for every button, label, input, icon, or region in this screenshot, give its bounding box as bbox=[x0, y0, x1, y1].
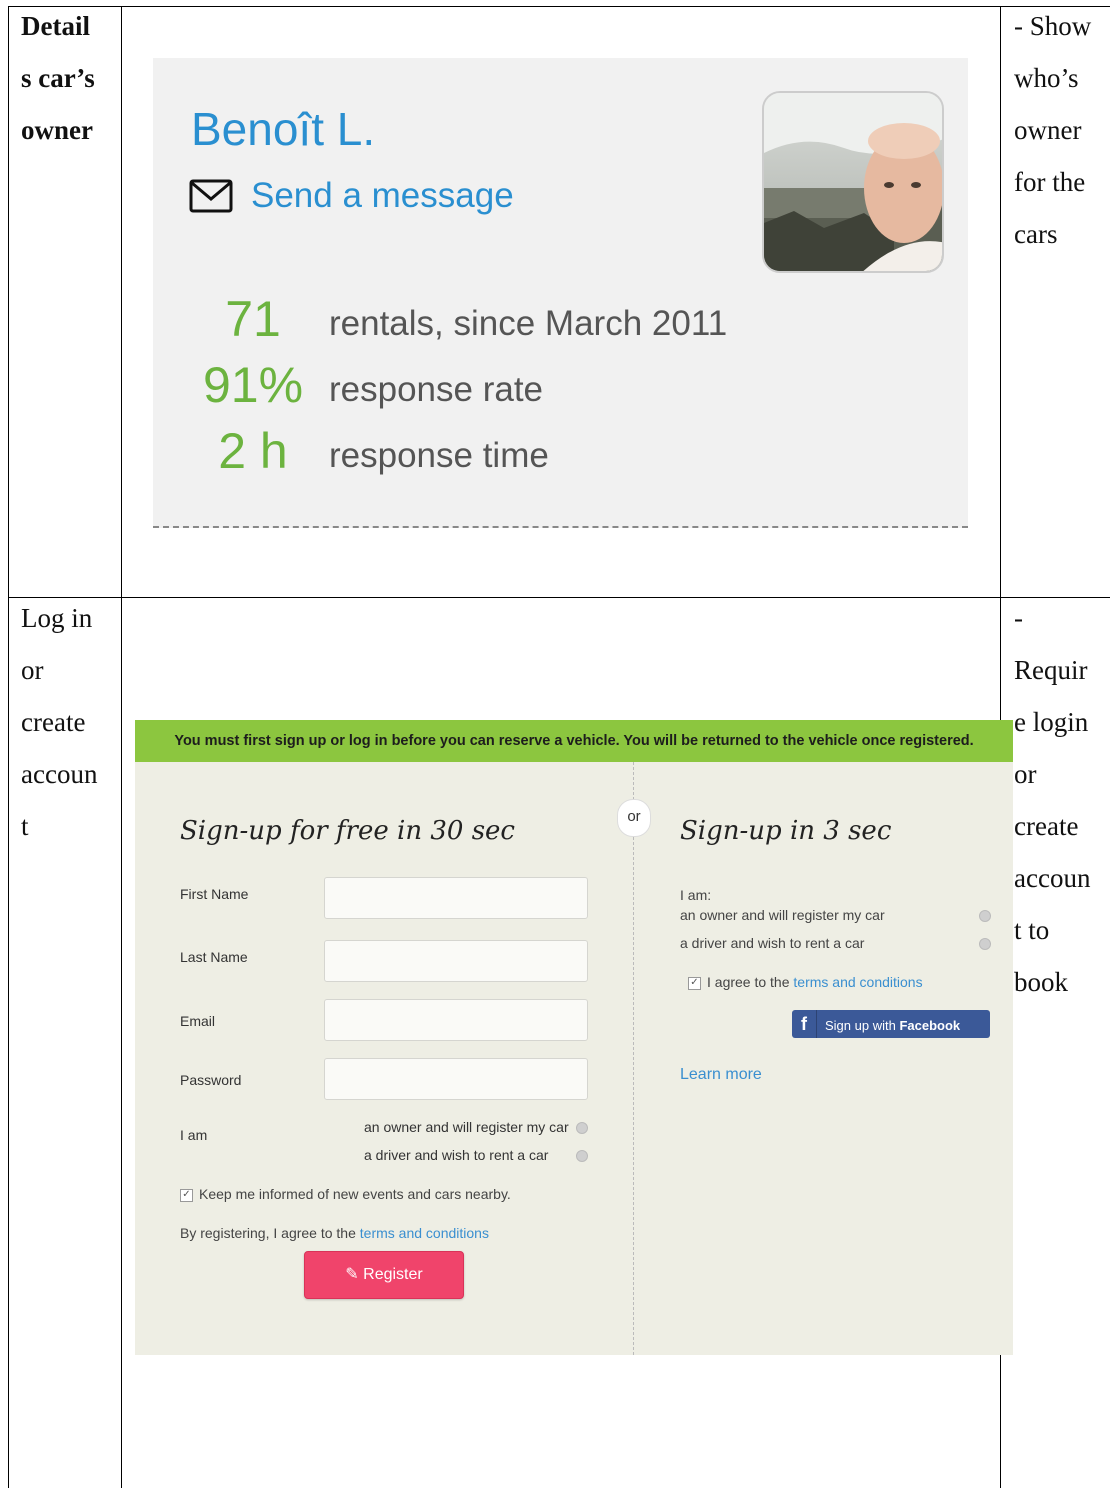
facebook-signup-prefix: Sign up with bbox=[825, 1018, 900, 1033]
last-name-input[interactable] bbox=[324, 940, 588, 982]
row2-label-line: t bbox=[21, 811, 29, 841]
row2-label-line: accoun bbox=[21, 759, 98, 789]
row2-label: Log in or create accoun t bbox=[21, 592, 97, 852]
row1-note-line: - Show bbox=[1014, 11, 1092, 41]
row2-note-line: create bbox=[1014, 811, 1079, 841]
quick-terms-checkbox[interactable]: ✓ bbox=[688, 976, 701, 990]
send-message-label: Send a message bbox=[251, 176, 514, 215]
row2-note-line: t to bbox=[1014, 915, 1050, 945]
card-dashed-divider bbox=[153, 526, 968, 528]
learn-more-link[interactable]: Learn more bbox=[680, 1066, 762, 1084]
register-terms-link[interactable]: terms and conditions bbox=[360, 1225, 489, 1241]
i-am-label: I am bbox=[180, 1127, 208, 1143]
row2-note: - Requir e login or create accoun t to b… bbox=[1014, 592, 1090, 1008]
table-border-col1 bbox=[121, 6, 122, 1488]
stat-response-rate-value: 91% bbox=[202, 357, 304, 413]
quick-i-am-label: I am: bbox=[680, 887, 712, 903]
facebook-icon: f bbox=[792, 1010, 817, 1038]
keep-informed-row[interactable]: ✓ Keep me informed of new events and cars… bbox=[180, 1186, 511, 1202]
or-badge: or bbox=[617, 799, 651, 837]
facebook-brand-label: Facebook bbox=[899, 1018, 961, 1033]
row2-label-line: create bbox=[21, 707, 86, 737]
register-terms-row: By registering, I agree to the terms and… bbox=[180, 1225, 489, 1241]
send-message-link[interactable]: Send a message bbox=[189, 176, 514, 216]
row2-note-line: book bbox=[1014, 967, 1068, 997]
table-border-left bbox=[8, 6, 9, 1488]
owner-card: Benoît L. Send a message 71 rentals, sin… bbox=[153, 58, 968, 528]
signup-form-title: Sign-up for free in 30 sec bbox=[180, 816, 515, 846]
row1-label: Detail s car’s owner bbox=[21, 0, 95, 156]
keep-informed-checkbox[interactable]: ✓ bbox=[180, 1188, 193, 1202]
password-label: Password bbox=[180, 1072, 242, 1088]
driver-option-radio[interactable] bbox=[576, 1150, 588, 1162]
quick-owner-option-label[interactable]: an owner and will register my car bbox=[680, 907, 885, 923]
row1-label-line: s car’s bbox=[21, 63, 95, 93]
stat-response-time-label: response time bbox=[329, 436, 549, 475]
signup-panel: You must first sign up or log in before … bbox=[135, 720, 1013, 1355]
stat-rentals-value: 71 bbox=[225, 291, 281, 347]
quick-driver-option-radio[interactable] bbox=[979, 938, 991, 950]
row1-note-line: cars bbox=[1014, 219, 1058, 249]
row2-label-line: Log in bbox=[21, 603, 93, 633]
driver-option-label[interactable]: a driver and wish to rent a car bbox=[364, 1147, 548, 1163]
quick-terms-link[interactable]: terms and conditions bbox=[793, 974, 922, 990]
row1-label-line: Detail bbox=[21, 11, 90, 41]
row1-note-line: who’s bbox=[1014, 63, 1079, 93]
first-name-input[interactable] bbox=[324, 877, 588, 919]
register-terms-prefix: By registering, I agree to the bbox=[180, 1225, 360, 1241]
quick-owner-option-radio[interactable] bbox=[979, 910, 991, 922]
facebook-signup-button[interactable]: f Sign up with Facebook bbox=[792, 1010, 990, 1038]
password-input[interactable] bbox=[324, 1058, 588, 1100]
row1-note-line: owner bbox=[1014, 115, 1082, 145]
owner-name[interactable]: Benoît L. bbox=[191, 102, 375, 156]
table-border-top bbox=[8, 6, 1110, 7]
email-input[interactable] bbox=[324, 999, 588, 1041]
row2-note-line: accoun bbox=[1014, 863, 1091, 893]
owner-option-radio[interactable] bbox=[576, 1122, 588, 1134]
email-label: Email bbox=[180, 1013, 216, 1029]
row2-label-line: or bbox=[21, 655, 44, 685]
keep-informed-label: Keep me informed of new events and cars … bbox=[199, 1186, 511, 1202]
row1-label-line: owner bbox=[21, 115, 93, 145]
owner-option-label[interactable]: an owner and will register my car bbox=[364, 1119, 569, 1135]
quick-signup-title: Sign-up in 3 sec bbox=[680, 816, 892, 846]
envelope-icon bbox=[189, 179, 233, 213]
stat-response-time-value: 2 h bbox=[218, 423, 288, 479]
row1-note-line: for the bbox=[1014, 167, 1086, 197]
last-name-label: Last Name bbox=[180, 949, 248, 965]
first-name-label: First Name bbox=[180, 886, 249, 902]
edit-icon: ✎ bbox=[345, 1266, 359, 1283]
row2-note-line: Requir bbox=[1014, 655, 1088, 685]
owner-avatar bbox=[762, 91, 944, 273]
row2-note-line: e login bbox=[1014, 707, 1089, 737]
login-required-banner: You must first sign up or log in before … bbox=[135, 720, 1013, 762]
stat-response-rate-label: response rate bbox=[329, 370, 544, 409]
register-button[interactable]: ✎ Register bbox=[304, 1251, 464, 1299]
quick-driver-option-label[interactable]: a driver and wish to rent a car bbox=[680, 935, 864, 951]
table-border-row bbox=[8, 597, 1110, 598]
register-button-label: Register bbox=[363, 1266, 423, 1283]
row2-note-line: or bbox=[1014, 759, 1037, 789]
signup-column-divider bbox=[633, 762, 634, 1355]
row1-note: - Show who’s owner for the cars bbox=[1014, 0, 1091, 260]
stat-rentals-label: rentals, since March 2011 bbox=[329, 304, 728, 343]
quick-terms-prefix: I agree to the bbox=[707, 974, 794, 990]
row2-note-line: - bbox=[1014, 603, 1023, 633]
quick-terms-row: ✓ I agree to the terms and conditions bbox=[688, 974, 923, 990]
